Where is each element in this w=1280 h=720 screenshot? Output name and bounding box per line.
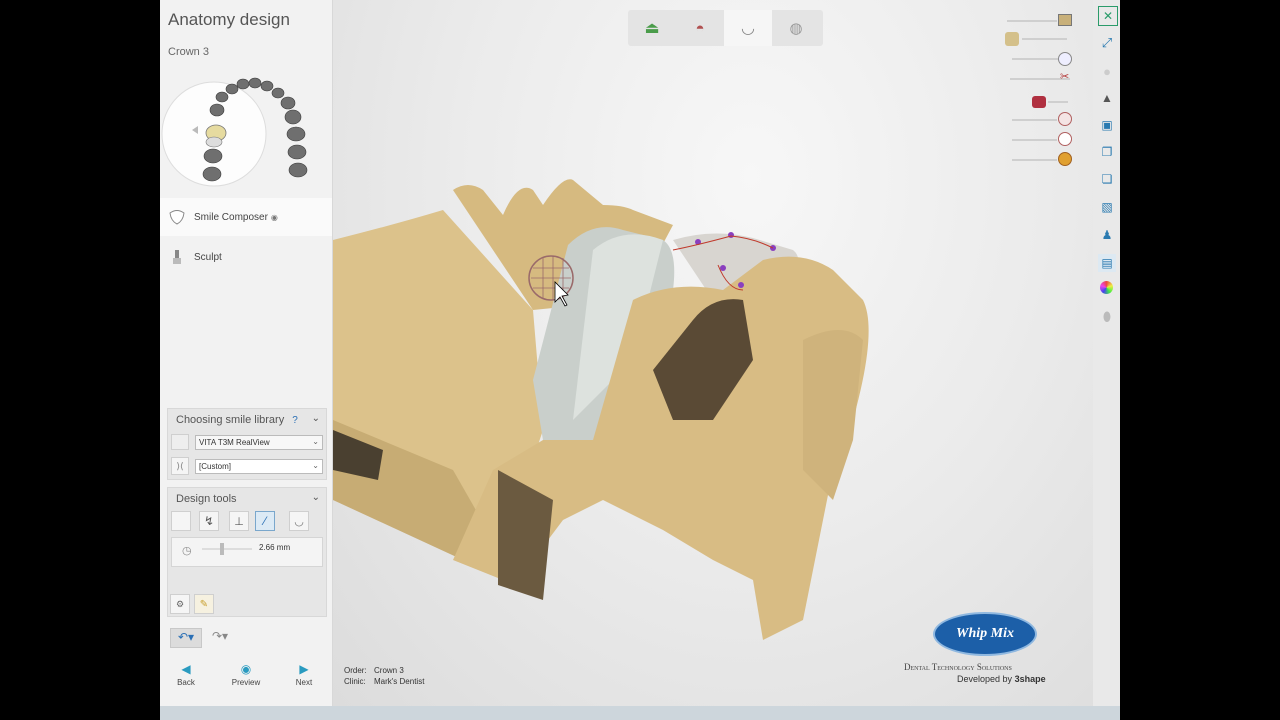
tooth-icon[interactable] — [1058, 132, 1072, 146]
chevron-down-icon: ⌄ — [311, 413, 320, 424]
tool-curve-button[interactable]: ↯ — [199, 511, 219, 531]
thickness-value: 2.66 mm — [259, 543, 291, 552]
view-coping-button[interactable]: ◓ — [676, 10, 724, 46]
preview-button[interactable]: ◉ Preview — [226, 662, 266, 687]
eye-icon: ◉ — [240, 662, 252, 676]
disabled-tool-icon: ● — [1103, 63, 1111, 79]
thickness-slider[interactable] — [202, 548, 252, 550]
person-icon[interactable]: ♟ — [1098, 226, 1116, 244]
right-toolbar: ✕ ⤢ ● ▲ ▣ ❐ ❏ ▧ ♟ ▤ ⬮ — [1095, 0, 1120, 340]
chevron-down-icon: ⌄ — [311, 492, 320, 503]
tooth-icon — [168, 208, 186, 226]
design-tools-section: Design tools ⌄ ↯ ⊥ ⁄ ◡ ◷ 2.66 mm ⚙ ✎ — [167, 487, 327, 617]
tool-knife-button[interactable]: ⁄ — [255, 511, 275, 531]
shade-icon[interactable]: ⬮ — [1098, 308, 1116, 326]
sculpt-icon — [168, 248, 186, 266]
fit-view-button[interactable]: ⤢ — [1098, 34, 1116, 52]
color-icon[interactable] — [1100, 281, 1113, 294]
redo-button[interactable]: ↷▾ — [206, 628, 234, 646]
order-value: Crown 3 — [374, 666, 404, 675]
order-label: Order: — [344, 666, 367, 675]
chevron-down-icon: ⌄ — [312, 437, 319, 446]
brand-tagline: Dental Technology Solutions — [904, 662, 1012, 672]
visibility-slider[interactable] — [1012, 58, 1060, 60]
slider-handle[interactable] — [220, 543, 224, 555]
clock-icon: ◷ — [182, 545, 192, 557]
library-icon — [171, 434, 189, 450]
tooth-icon[interactable] — [1058, 112, 1072, 126]
gold-tooth-icon[interactable] — [1058, 152, 1072, 166]
design-tools-header[interactable]: Design tools ⌄ — [168, 488, 326, 510]
visibility-slider[interactable] — [1012, 139, 1057, 141]
close-button[interactable]: ✕ — [1098, 6, 1118, 26]
copy-icon[interactable]: ❐ — [1098, 143, 1116, 161]
preset-select[interactable]: [Custom] ⌄ — [195, 459, 323, 474]
smile-library-header[interactable]: Choosing smile library ? ⌄ — [168, 409, 326, 431]
back-button[interactable]: ◀ Back — [166, 662, 206, 687]
brand-logo: Whip Mix — [933, 612, 1037, 656]
step-label: Smile Composer — [194, 211, 268, 223]
eye-icon[interactable]: ◉ — [271, 213, 278, 222]
magic-tool-button[interactable]: ✎ — [194, 594, 214, 614]
undo-button[interactable]: ↶▾ — [170, 628, 202, 648]
dental-model — [333, 179, 869, 640]
page-icon[interactable]: ❏ — [1098, 170, 1116, 188]
tool-measure-button[interactable]: ⊥ — [229, 511, 249, 531]
developed-by: Developed by 3shape — [957, 674, 1046, 684]
view-toolbar: ⏏ ◓ ◡ ◍ — [628, 10, 823, 46]
tool-empty-button[interactable] — [171, 511, 191, 531]
smile-library-section: Choosing smile library ? ⌄ VITA T3M Real… — [167, 408, 327, 480]
visibility-slider[interactable] — [1012, 159, 1057, 161]
box-view-icon[interactable]: ▣ — [1098, 116, 1116, 134]
scissors-icon[interactable]: ✂ — [1060, 70, 1069, 83]
step-sculpt[interactable]: Sculpt — [160, 238, 332, 276]
coping-icon: ◓ — [695, 19, 705, 37]
3d-viewport[interactable]: ⏏ ◓ ◡ ◍ Order: Crown 3 Clinic: Mark's De… — [333, 0, 1093, 706]
visibility-slider[interactable] — [1048, 101, 1068, 103]
arrow-left-icon: ◀ — [181, 662, 191, 676]
preset-icon[interactable]: ⟩⟨ — [171, 457, 189, 475]
thickness-control: ◷ 2.66 mm — [171, 537, 323, 567]
step-smile-composer[interactable]: Smile Composer ◉ — [160, 198, 332, 236]
clinic-label: Clinic: — [344, 677, 366, 686]
visibility-slider[interactable] — [1007, 20, 1057, 22]
snapshot-icon[interactable]: ▧ — [1098, 198, 1116, 216]
crown-icon[interactable] — [1058, 52, 1072, 66]
cap-icon[interactable]: ▲ — [1098, 89, 1116, 107]
tooth-icon: ◡ — [741, 20, 755, 37]
arrow-right-icon: ▶ — [299, 662, 309, 676]
visibility-slider[interactable] — [1022, 38, 1067, 40]
chevron-down-icon: ⌄ — [312, 461, 319, 470]
model-icon[interactable] — [1058, 14, 1072, 26]
view-sectioning-button[interactable]: ◍ — [772, 10, 820, 46]
visibility-slider[interactable] — [1012, 119, 1057, 121]
status-bar — [160, 706, 1120, 720]
antagonist-icon[interactable] — [1005, 32, 1019, 46]
next-button[interactable]: ▶ Next — [284, 662, 324, 687]
view-anatomy-button[interactable]: ◡ — [724, 10, 772, 46]
library-select[interactable]: VITA T3M RealView ⌄ — [195, 435, 323, 450]
tooth-arch-selector[interactable] — [160, 68, 332, 194]
die-icon[interactable] — [1032, 96, 1046, 108]
clinic-value: Mark's Dentist — [374, 677, 425, 686]
prep-icon: ⏏ — [644, 20, 660, 37]
step-label: Sculpt — [194, 251, 222, 263]
view-prep-button[interactable]: ⏏ — [628, 10, 676, 46]
help-icon[interactable]: ? — [292, 415, 298, 426]
model-view-icon[interactable]: ▤ — [1098, 254, 1116, 272]
disc-icon: ◍ — [789, 20, 803, 37]
gear-tool-button[interactable]: ⚙ — [170, 594, 190, 614]
left-panel: Anatomy design Crown 3 Smile Composer ◉ … — [160, 0, 333, 706]
tool-tooth-button[interactable]: ◡ — [289, 511, 309, 531]
page-title: Anatomy design — [168, 10, 290, 29]
app-window: Anatomy design Crown 3 Smile Composer ◉ … — [160, 0, 1120, 720]
crown-subtitle: Crown 3 — [168, 46, 209, 58]
